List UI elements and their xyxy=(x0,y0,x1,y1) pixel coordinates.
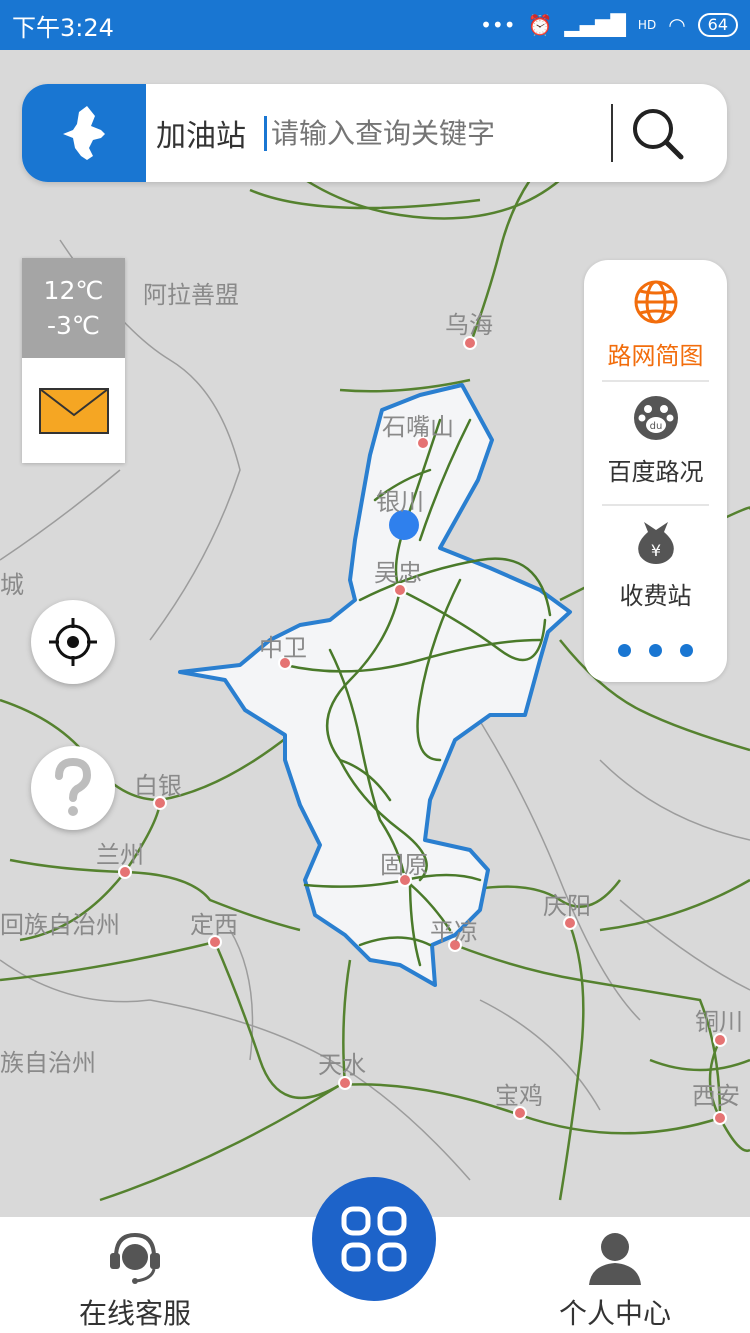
panel-divider xyxy=(602,380,709,382)
search-category[interactable]: 加油站 xyxy=(156,111,246,155)
dot xyxy=(649,644,662,657)
nav-customer-service-label: 在线客服 xyxy=(78,1297,191,1330)
battery-indicator: 64 xyxy=(697,13,738,37)
search-input[interactable] xyxy=(264,115,603,151)
map-label-zhongwei: 中卫 xyxy=(259,634,307,662)
map-label-qingyang: 庆阳 xyxy=(543,892,591,920)
toll-station-button[interactable]: ¥ 收费站 xyxy=(584,518,727,611)
hd-signal-label: HD xyxy=(637,18,657,32)
region-select-button[interactable] xyxy=(22,84,146,182)
road-network-button[interactable]: 路网简图 xyxy=(584,278,727,371)
status-time: 下午3:24 xyxy=(12,13,114,42)
ningxia-outline-icon xyxy=(63,106,105,160)
alarm-icon: ⏰ xyxy=(527,13,553,37)
temperature-high: 12℃ xyxy=(43,276,104,305)
search-icon xyxy=(633,109,684,160)
mail-icon xyxy=(38,387,109,434)
baidu-paw-icon: du xyxy=(633,396,678,440)
help-button[interactable] xyxy=(31,746,115,830)
map-label-tianshui: 天水 xyxy=(318,1051,366,1079)
message-button[interactable] xyxy=(22,358,125,463)
weather-temperature: 12℃ -3℃ xyxy=(22,258,125,358)
locate-button[interactable] xyxy=(31,600,115,684)
status-bar: 下午3:24 ••• ⏰ ▂▄▆█ HD ◠ 64 xyxy=(0,0,750,50)
panel-divider xyxy=(602,504,709,506)
map-label-wuhai: 乌海 xyxy=(445,311,493,339)
nav-profile-label: 个人中心 xyxy=(558,1297,671,1330)
map-label-xian: 西安 xyxy=(692,1082,740,1110)
map-label-lanzhou: 兰州 xyxy=(96,841,144,869)
crosshair-icon xyxy=(49,618,97,666)
map-label-linxia: 回族自治州 xyxy=(0,911,120,939)
globe-icon xyxy=(634,280,677,324)
map-label-baoji: 宝鸡 xyxy=(495,1082,543,1110)
person-icon xyxy=(589,1233,641,1285)
search-button[interactable] xyxy=(613,84,701,182)
svg-text:¥: ¥ xyxy=(650,541,660,560)
map-label-shizuishan: 石嘴山 xyxy=(382,413,454,441)
map-label-tongchuan: 铜川 xyxy=(695,1008,743,1036)
weather-widget[interactable]: 12℃ -3℃ xyxy=(22,258,125,463)
wifi-icon: ◠ xyxy=(668,13,686,37)
nav-profile[interactable]: 个人中心 xyxy=(550,1229,680,1332)
map-layer-panel: 路网简图 du 百度路况 ¥ 收费站 xyxy=(584,260,727,682)
more-dots-icon: ••• xyxy=(480,13,516,37)
status-icons: ••• ⏰ ▂▄▆█ HD ◠ 64 xyxy=(480,13,738,37)
svg-text:du: du xyxy=(649,421,662,432)
map-label-dingxi: 定西 xyxy=(190,911,238,939)
map-label-baiyin: 白银 xyxy=(134,772,182,800)
baidu-traffic-label: 百度路况 xyxy=(607,458,704,486)
signal-icon: ▂▄▆█ xyxy=(564,13,626,37)
main-menu-button[interactable] xyxy=(312,1177,436,1301)
grid-menu-icon xyxy=(341,1206,407,1272)
map-label-guyuan: 固原 xyxy=(380,851,428,879)
toll-station-label: 收费站 xyxy=(619,582,692,610)
map-label-gannan: 族自治州 xyxy=(0,1049,96,1077)
more-options-button[interactable] xyxy=(584,644,727,657)
map-label-pingliang: 平凉 xyxy=(430,918,478,946)
map-label-alashan: 阿拉善盟 xyxy=(143,281,239,309)
dot xyxy=(618,644,631,657)
map-label-wuzhong: 吴忠 xyxy=(374,559,422,587)
road-network-label: 路网简图 xyxy=(607,342,704,370)
map-label-edge: 城 xyxy=(0,571,24,599)
question-mark-icon xyxy=(55,758,92,816)
search-bar: 加油站 xyxy=(22,84,727,182)
customer-service-icon xyxy=(110,1232,160,1284)
map-label-yinchuan: 银川 xyxy=(376,488,424,516)
baidu-traffic-button[interactable]: du 百度路况 xyxy=(584,394,727,487)
temperature-low: -3℃ xyxy=(46,311,100,340)
money-bag-icon: ¥ xyxy=(637,522,674,564)
nav-customer-service[interactable]: 在线客服 xyxy=(70,1229,200,1332)
dot xyxy=(680,644,693,657)
